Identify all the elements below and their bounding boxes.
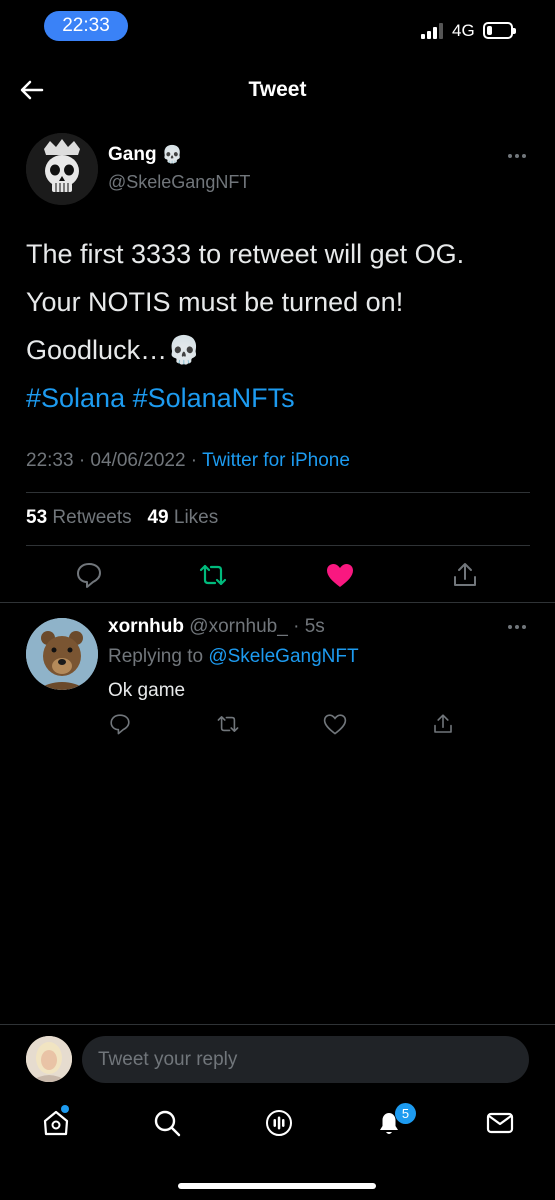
reply-more-options-icon[interactable] [508, 625, 530, 631]
reply-header: xornhub @xornhub_ · 5s [108, 616, 325, 638]
status-bar: 22:33 4G [0, 0, 555, 52]
retweets-stat[interactable]: 53 Retweets [26, 507, 132, 528]
reply-retweet-icon[interactable] [216, 712, 240, 736]
timestamp: 22:33 · 04/06/2022 [26, 450, 186, 471]
replying-to-link[interactable]: @SkeleGangNFT [208, 646, 358, 667]
status-time: 22:33 [44, 11, 128, 41]
reply-share-icon[interactable] [431, 712, 455, 736]
retweet-icon[interactable] [198, 560, 228, 590]
user-avatar-icon [26, 1036, 72, 1082]
messages-icon[interactable] [485, 1108, 515, 1138]
reply-icon[interactable] [74, 560, 104, 590]
tweet-line: Goodluck…💀 [26, 335, 201, 365]
share-icon[interactable] [450, 560, 480, 590]
signal-icon [421, 23, 447, 39]
header: Tweet [0, 60, 555, 120]
home-indicator [178, 1183, 376, 1189]
notifications-badge: 5 [395, 1103, 416, 1124]
author-name[interactable]: Gang 💀 [108, 144, 183, 166]
tweet-stats: 53 Retweets 49 Likes [26, 507, 218, 529]
divider [0, 602, 555, 603]
more-options-icon[interactable] [508, 154, 530, 160]
home-unread-dot [61, 1105, 69, 1113]
reply-author-handle[interactable]: @xornhub_ [189, 616, 288, 637]
divider [26, 492, 530, 493]
tweet-line: Your NOTIS must be turned on! [26, 287, 404, 317]
skull-avatar-icon [26, 133, 98, 205]
reply-like-icon[interactable] [323, 712, 347, 736]
spaces-icon[interactable] [264, 1108, 294, 1138]
tweet-meta: 22:33 · 04/06/2022 · Twitter for iPhone [26, 450, 350, 472]
my-avatar[interactable] [26, 1036, 72, 1082]
source-link[interactable]: Twitter for iPhone [202, 450, 350, 471]
network-type: 4G [452, 21, 475, 40]
like-icon[interactable] [325, 560, 355, 590]
tweet-line: The first 3333 to retweet will get OG. [26, 239, 465, 269]
reply-text: Ok game [108, 680, 186, 701]
reply-reply-icon[interactable] [108, 712, 132, 736]
divider [0, 1024, 555, 1025]
reply-author-name[interactable]: xornhub [108, 616, 184, 637]
battery-icon [483, 22, 516, 39]
meta-separator: · [185, 450, 203, 471]
reply-input[interactable] [82, 1036, 529, 1083]
skull-emoji: 💀 [161, 145, 184, 164]
likes-stat[interactable]: 49 Likes [147, 507, 218, 528]
hashtags-link[interactable]: #Solana #SolanaNFTs [26, 374, 536, 422]
bear-avatar-icon [26, 618, 98, 690]
divider [26, 545, 530, 546]
avatar[interactable] [26, 133, 98, 205]
search-icon[interactable] [152, 1108, 182, 1138]
replying-to: Replying to @SkeleGangNFT [108, 646, 359, 667]
tweet-text: The first 3333 to retweet will get OG. Y… [26, 230, 536, 422]
author-handle[interactable]: @SkeleGangNFT [108, 172, 250, 193]
reply-time: · 5s [293, 616, 325, 637]
avatar[interactable] [26, 618, 98, 690]
page-title: Tweet [248, 78, 307, 101]
